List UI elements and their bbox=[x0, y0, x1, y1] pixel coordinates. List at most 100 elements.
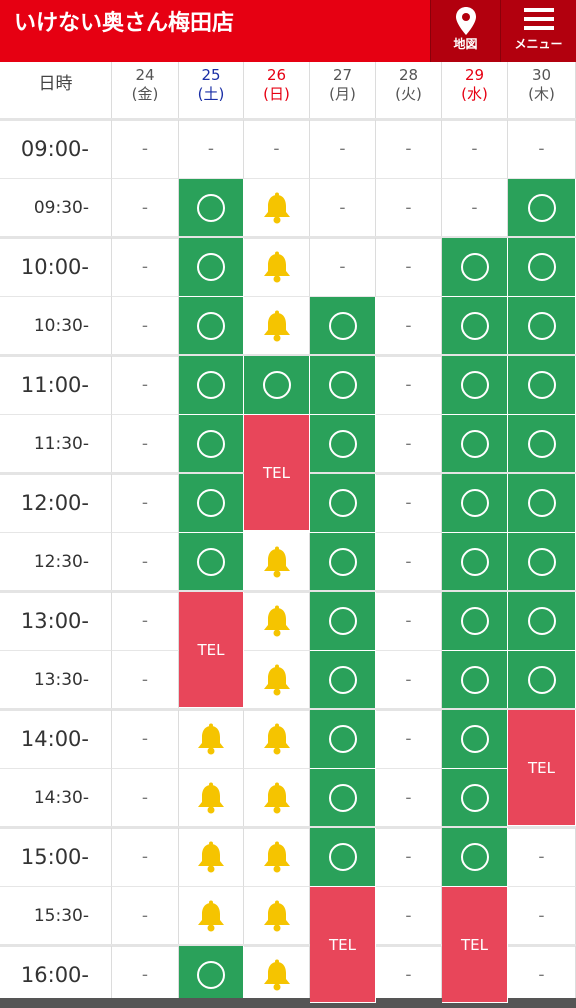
circle-icon bbox=[460, 725, 489, 753]
notify-slot[interactable] bbox=[179, 769, 244, 828]
available-slot[interactable] bbox=[310, 533, 376, 592]
tel-slot[interactable]: TEL bbox=[508, 710, 576, 826]
circle-icon bbox=[262, 371, 291, 399]
available-slot[interactable] bbox=[508, 179, 576, 238]
circle-icon bbox=[197, 489, 225, 517]
notify-slot[interactable] bbox=[244, 238, 310, 297]
tel-slot[interactable]: TEL bbox=[310, 887, 376, 1003]
notify-slot[interactable] bbox=[244, 533, 310, 592]
available-slot[interactable] bbox=[179, 474, 244, 533]
available-slot[interactable] bbox=[310, 651, 376, 710]
bell-icon bbox=[263, 605, 290, 637]
menu-button[interactable]: メニュー bbox=[500, 0, 576, 62]
dash-label: - bbox=[141, 729, 149, 749]
dash-label: - bbox=[405, 316, 412, 336]
notify-slot[interactable] bbox=[244, 297, 310, 356]
available-slot[interactable] bbox=[310, 297, 376, 356]
available-slot[interactable] bbox=[310, 415, 376, 474]
available-slot[interactable] bbox=[442, 356, 508, 415]
available-slot[interactable] bbox=[508, 592, 576, 651]
hamburger-menu-icon bbox=[523, 8, 554, 30]
unavailable-slot: - bbox=[112, 297, 179, 356]
available-slot[interactable] bbox=[442, 769, 508, 828]
unavailable-slot: - bbox=[112, 179, 179, 238]
circle-icon bbox=[328, 784, 357, 812]
unavailable-slot: - bbox=[442, 179, 508, 238]
notify-slot[interactable] bbox=[244, 710, 310, 769]
available-slot[interactable] bbox=[179, 179, 244, 238]
time-label: 14:30- bbox=[0, 769, 112, 828]
notify-slot[interactable] bbox=[244, 769, 310, 828]
available-slot[interactable] bbox=[508, 356, 576, 415]
dash-label: - bbox=[141, 552, 149, 572]
notify-slot[interactable] bbox=[244, 179, 310, 238]
available-slot[interactable] bbox=[442, 474, 508, 533]
dash-label: - bbox=[141, 316, 149, 336]
available-slot[interactable] bbox=[310, 710, 376, 769]
available-slot[interactable] bbox=[179, 356, 244, 415]
available-slot[interactable] bbox=[310, 592, 376, 651]
notify-slot[interactable] bbox=[244, 592, 310, 651]
notify-slot[interactable] bbox=[179, 710, 244, 769]
available-slot[interactable] bbox=[179, 238, 244, 297]
dash-label: - bbox=[273, 139, 280, 159]
tel-slot[interactable]: TEL bbox=[442, 887, 508, 1003]
available-slot[interactable] bbox=[442, 415, 508, 474]
app-header: いけない奥さん梅田店 地図 メニュー bbox=[0, 0, 576, 62]
notify-slot[interactable] bbox=[244, 651, 310, 710]
date-column-header: 25 (土) bbox=[179, 62, 244, 118]
time-row: 11:00- - - bbox=[0, 356, 576, 415]
dash-label: - bbox=[141, 847, 149, 867]
menu-button-label: メニュー bbox=[514, 37, 563, 51]
notify-slot[interactable] bbox=[244, 828, 310, 887]
bell-icon bbox=[263, 959, 290, 991]
available-slot[interactable] bbox=[442, 828, 508, 887]
date-column-header: 28 (火) bbox=[376, 62, 442, 118]
available-slot[interactable] bbox=[442, 710, 508, 769]
available-slot[interactable] bbox=[442, 592, 508, 651]
available-slot[interactable] bbox=[508, 415, 576, 474]
available-slot[interactable] bbox=[508, 474, 576, 533]
available-slot[interactable] bbox=[310, 769, 376, 828]
circle-icon bbox=[460, 843, 489, 871]
unavailable-slot: - bbox=[112, 769, 179, 828]
available-slot[interactable] bbox=[508, 238, 576, 297]
available-slot[interactable] bbox=[508, 533, 576, 592]
available-slot[interactable] bbox=[442, 533, 508, 592]
notify-slot[interactable] bbox=[179, 887, 244, 946]
circle-icon bbox=[197, 548, 225, 576]
unavailable-slot: - bbox=[112, 592, 179, 651]
map-pin-icon bbox=[455, 7, 476, 35]
tel-slot[interactable]: TEL bbox=[244, 415, 310, 531]
circle-icon bbox=[197, 194, 225, 222]
map-button[interactable]: 地図 bbox=[430, 0, 500, 62]
notify-slot[interactable] bbox=[244, 887, 310, 946]
available-slot[interactable] bbox=[508, 651, 576, 710]
available-slot[interactable] bbox=[442, 297, 508, 356]
notify-slot[interactable] bbox=[244, 946, 310, 1005]
page-title: いけない奥さん梅田店 bbox=[14, 11, 235, 36]
available-slot[interactable] bbox=[244, 356, 310, 415]
available-slot[interactable] bbox=[508, 297, 576, 356]
available-slot[interactable] bbox=[442, 651, 508, 710]
dash-label: - bbox=[339, 139, 346, 159]
available-slot[interactable] bbox=[310, 474, 376, 533]
available-slot[interactable] bbox=[179, 297, 244, 356]
notify-slot[interactable] bbox=[179, 828, 244, 887]
circle-icon bbox=[460, 312, 489, 340]
unavailable-slot: - bbox=[376, 415, 442, 474]
dash-label: - bbox=[471, 198, 478, 218]
available-slot[interactable] bbox=[179, 415, 244, 474]
available-slot[interactable] bbox=[310, 828, 376, 887]
available-slot[interactable] bbox=[179, 946, 244, 1005]
tel-label: TEL bbox=[197, 641, 225, 659]
time-label: 10:30- bbox=[0, 297, 112, 356]
tel-slot[interactable]: TEL bbox=[179, 592, 244, 708]
circle-icon bbox=[527, 430, 556, 458]
available-slot[interactable] bbox=[179, 533, 244, 592]
dash-label: - bbox=[405, 906, 412, 926]
date-day: 24 bbox=[135, 66, 155, 84]
available-slot[interactable] bbox=[310, 356, 376, 415]
available-slot[interactable] bbox=[442, 238, 508, 297]
unavailable-slot: - bbox=[112, 415, 179, 474]
